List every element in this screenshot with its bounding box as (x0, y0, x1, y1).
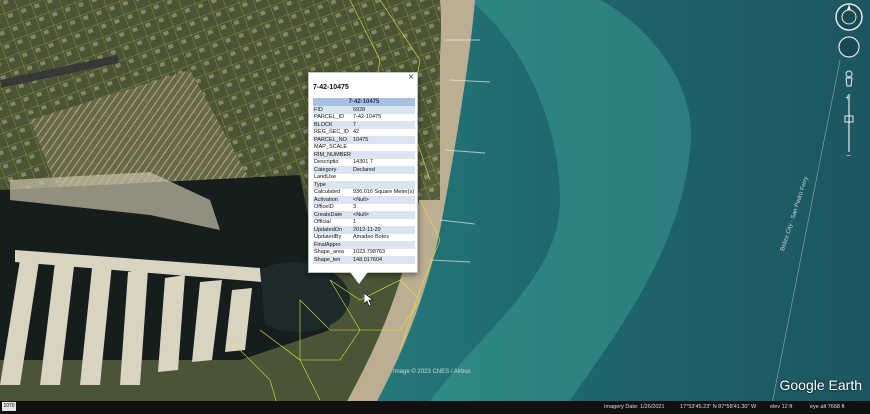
navigation-controls[interactable]: + − (834, 2, 864, 162)
attribute-key: Shape_area (314, 249, 344, 256)
attribute-value (352, 174, 415, 182)
attribute-value (352, 181, 415, 189)
imagery-date: Imagery Date: 1/26/2021 (604, 404, 665, 410)
attribute-key: Shape_len (313, 256, 352, 264)
attribute-value (352, 144, 415, 152)
zoom-slider[interactable]: + − (844, 93, 854, 160)
attribute-key: LandUse (314, 174, 337, 181)
attribute-row: Type (313, 181, 415, 189)
attribute-key: Type (313, 181, 352, 189)
mouse-cursor-icon (364, 293, 374, 307)
attribute-row: Descriptio 14301 7 (313, 159, 415, 167)
attribute-key: FID (313, 106, 352, 114)
attribute-row: CreateDate <Null> (313, 211, 415, 219)
attribute-row: BLOCK 7 (313, 121, 415, 129)
pegman-icon[interactable] (845, 70, 853, 87)
attribute-row: FID 6928 (313, 106, 415, 114)
attribute-row: UpdatedBy Amadeo Botes (313, 234, 415, 242)
attribute-value: 42 (353, 129, 360, 136)
attribute-key: REG_SEC_ID (314, 129, 349, 136)
attribute-value (352, 151, 415, 159)
attribute-value: 10475 (352, 136, 415, 144)
attribute-row: PARCEL_ID 7-42-10475 (313, 114, 415, 122)
zoom-in-icon: + (845, 93, 850, 102)
close-icon[interactable]: × (408, 72, 414, 83)
attribute-row: Official 1 (313, 219, 415, 227)
attribute-key: Calculated (314, 189, 340, 196)
attribute-value: 1 (353, 219, 357, 226)
attribute-row: UpdatedOn 2012-11-29 (313, 226, 415, 234)
attribute-row: REG_SEC_ID 42 (313, 129, 415, 137)
attribute-key: OfficeID (314, 204, 334, 211)
attribute-key: CreateDate (313, 211, 352, 219)
attribute-key: Official (314, 219, 331, 226)
look-joystick-icon[interactable] (838, 36, 860, 58)
attribute-row: LandUse (313, 174, 415, 182)
coordinates-readout: 17°53'45.23" N 87°58'41.30" W (680, 404, 757, 410)
attribute-key: MAP_SCALE (314, 144, 348, 151)
attribute-key: FinalAppro (313, 241, 352, 249)
attribute-row: RIM_NUMBER (313, 151, 415, 159)
attribute-value: 936.016 Square Meter(s) (353, 189, 415, 196)
attribute-value: 2012-11-29 (352, 226, 415, 234)
attribute-key: RIM_NUMBER (313, 151, 352, 159)
attribute-row: FinalAppro (313, 241, 415, 249)
attribute-table: 7-42-10475 FID 6928 PARCEL_ID 7-42-10475 BLO… (313, 98, 415, 264)
attribute-value: 6928 (352, 106, 415, 114)
attribute-value: 7-42-10475 (353, 114, 382, 121)
status-bar: 1070 Imagery Date: 1/26/2021 17°53'45.23… (0, 401, 870, 414)
attribute-value: 14301 7 (353, 159, 373, 166)
attribute-value: <Null> (352, 196, 415, 204)
attribute-value (352, 241, 415, 249)
satellite-map[interactable] (0, 0, 870, 414)
attribute-key: Descriptio (314, 159, 339, 166)
attribute-row: Category Declared (313, 166, 415, 174)
attribute-row: Shape_len 148.017604 (313, 256, 415, 264)
zoom-out-icon: − (846, 151, 851, 160)
balloon-pointer (350, 272, 368, 284)
attribute-value: <Null> (352, 211, 415, 219)
attribute-table-header: 7-42-10475 (313, 98, 415, 106)
attribute-value: Amadeo Botes (353, 234, 390, 241)
attribute-value: 1023.798763 (353, 249, 386, 256)
attribute-value: Declared (352, 166, 415, 174)
attribute-key: PARCEL_NO (313, 136, 352, 144)
attribute-row: Activation <Null> (313, 196, 415, 204)
google-earth-logo: Google Earth (779, 377, 863, 393)
attribute-row: Calculated 936.016 Square Meter(s) (313, 189, 415, 197)
attribute-key: UpdatedOn (313, 226, 352, 234)
attribute-key: UpdatedBy (314, 234, 342, 241)
attribute-row: MAP_SCALE (313, 144, 415, 152)
attribute-value: 3 (353, 204, 357, 211)
attribute-key: BLOCK (313, 121, 352, 129)
attribute-row: Shape_area 1023.798763 (313, 249, 415, 257)
eye-altitude-readout: eye alt 7668 ft (810, 404, 845, 410)
attribute-value: 7 (352, 121, 415, 129)
attribute-key: PARCEL_ID (314, 114, 345, 121)
elevation-readout: elev 12 ft (770, 404, 793, 410)
parcel-info-balloon: 7-42-10475 × 7-42-10475 FID 6928 PARCEL_ID… (308, 72, 418, 273)
compass-icon[interactable] (835, 3, 863, 31)
attribute-key: Category (313, 166, 352, 174)
attribute-row: OfficeID 3 (313, 204, 415, 212)
scale-indicator: 1070 (2, 402, 16, 411)
attribute-key: Activation (313, 196, 352, 204)
imagery-credits: Image © 2023 CNES / Airbus (393, 369, 471, 375)
attribute-value: 148.017604 (352, 256, 415, 264)
attribute-row: PARCEL_NO 10475 (313, 136, 415, 144)
balloon-title: 7-42-10475 (313, 84, 349, 91)
